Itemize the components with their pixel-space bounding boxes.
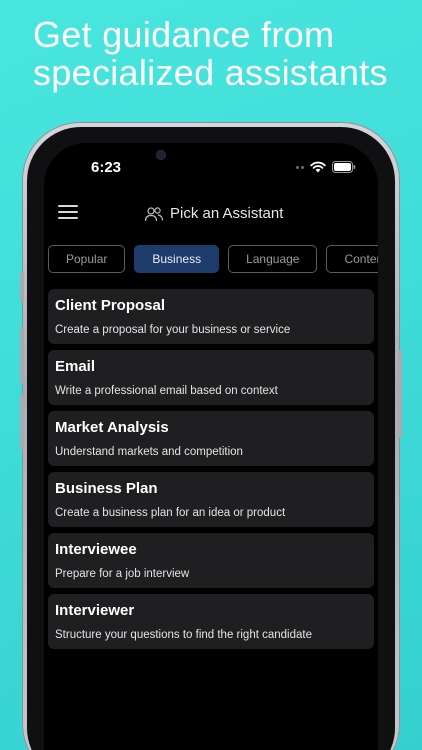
app-screen: 6:23 Pick an Assistant Popular Business … [44,143,378,750]
front-camera [157,151,165,159]
battery-icon [332,161,356,173]
silent-switch [20,272,24,302]
wifi-icon [310,161,326,173]
assistant-card-interviewer[interactable]: Interviewer Structure your questions to … [48,594,374,649]
category-tabs: Popular Business Language Content [48,245,378,275]
tab-content[interactable]: Content [326,245,378,273]
status-time: 6:23 [91,159,122,176]
assistant-card-market-analysis[interactable]: Market Analysis Understand markets and c… [48,411,374,466]
volume-up-button [20,327,24,383]
hamburger-icon[interactable] [58,205,78,225]
assistant-description: Structure your questions to find the rig… [55,629,312,641]
app-header: Pick an Assistant [44,193,378,237]
assistant-description: Create a business plan for an idea or pr… [55,507,286,519]
notch [141,143,281,173]
volume-down-button [20,394,24,450]
assistant-description: Prepare for a job interview [55,568,190,580]
signal-dots-icon [296,165,304,169]
assistant-card-business-plan[interactable]: Business Plan Create a business plan for… [48,472,374,527]
assistant-card-client-proposal[interactable]: Client Proposal Create a proposal for yo… [48,289,374,344]
headline: Get guidance from specialized assistants [33,16,418,92]
headline-line-1: Get guidance from [33,14,335,55]
headline-line-2: specialized assistants [33,52,388,93]
status-icons [296,161,356,173]
tab-popular[interactable]: Popular [48,245,126,273]
phone-bezel: 6:23 Pick an Assistant Popular Business … [27,127,395,750]
assistant-description: Create a proposal for your business or s… [55,324,291,336]
assistant-description: Write a professional email based on cont… [55,385,278,397]
assistant-title: Client Proposal [55,297,166,314]
tab-business[interactable]: Business [134,245,220,273]
assistant-description: Understand markets and competition [55,446,243,458]
header-title: Pick an Assistant [144,205,283,222]
power-button [398,350,402,438]
assistant-title: Email [55,358,96,375]
phone-frame: 6:23 Pick an Assistant Popular Business … [20,122,402,750]
assistant-list: Client Proposal Create a proposal for yo… [48,289,374,655]
assistant-card-email[interactable]: Email Write a professional email based o… [48,350,374,405]
assistant-title: Market Analysis [55,419,169,436]
assistant-card-interviewee[interactable]: Interviewee Prepare for a job interview [48,533,374,588]
people-icon [144,206,164,221]
assistant-title: Business Plan [55,480,158,497]
assistant-title: Interviewer [55,602,135,619]
tab-language[interactable]: Language [228,245,318,273]
header-title-text: Pick an Assistant [170,205,284,222]
assistant-title: Interviewee [55,541,137,558]
